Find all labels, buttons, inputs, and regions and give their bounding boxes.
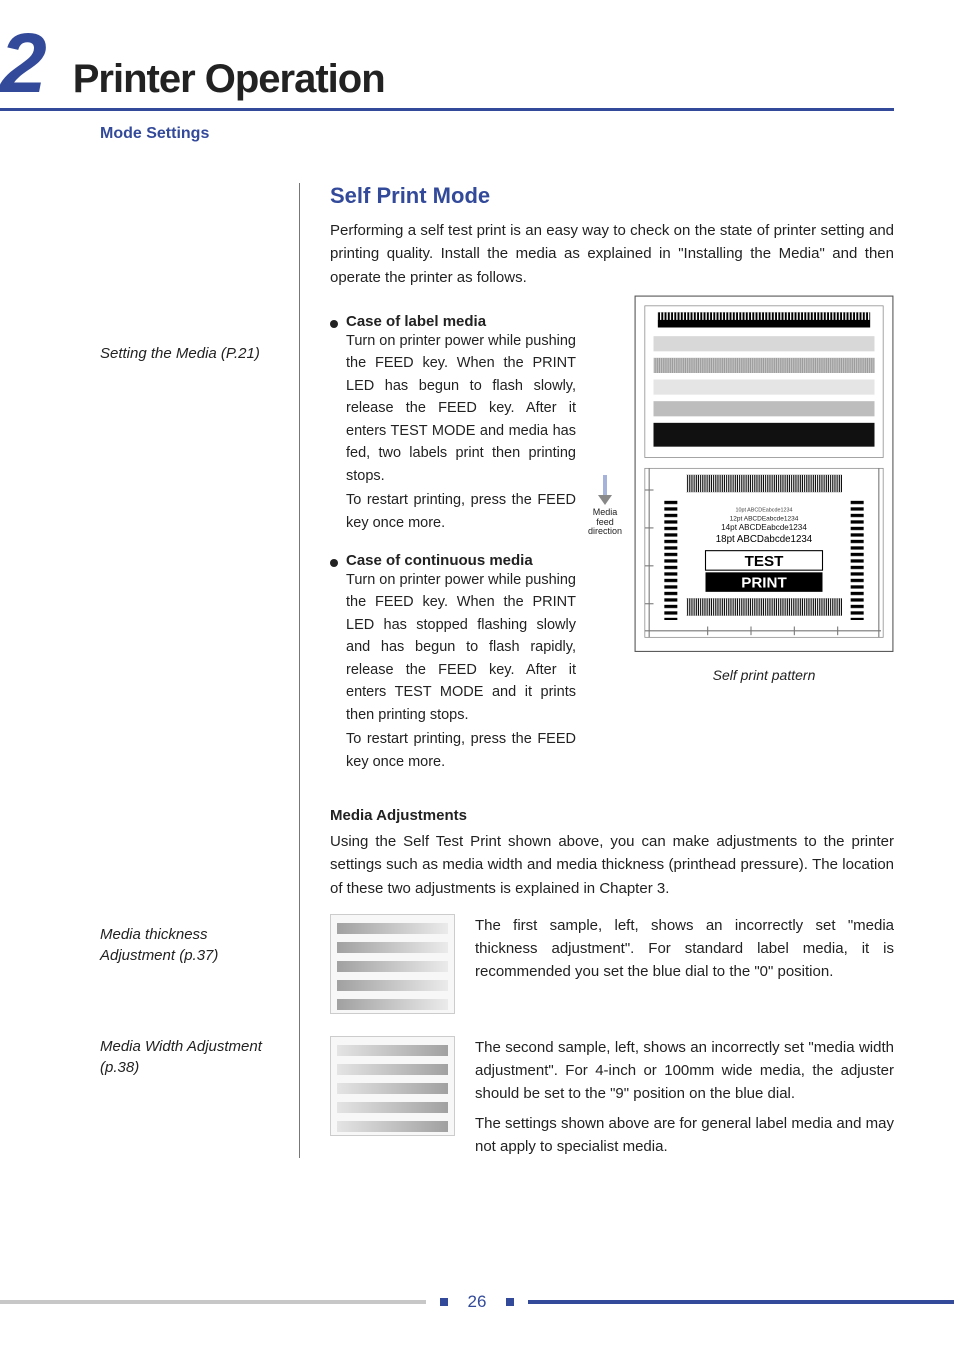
self-print-pattern-figure: 10pt ABCDEabcde1234 12pt ABCDEabcde1234 … bbox=[634, 295, 894, 658]
case-label-body2: To restart printing, press the FEED key … bbox=[330, 489, 576, 534]
bullet-icon bbox=[330, 320, 338, 328]
self-print-heading: Self Print Mode bbox=[330, 183, 894, 209]
case-label-title: Case of label media bbox=[346, 313, 486, 330]
svg-text:12pt ABCDEabcde1234: 12pt ABCDEabcde1234 bbox=[730, 515, 799, 522]
section-subhead: Mode Settings bbox=[100, 125, 894, 143]
chapter-number: 2 bbox=[0, 30, 43, 97]
bullet-case-continuous: Case of continuous media bbox=[330, 552, 576, 569]
closing-note: The settings shown above are for general… bbox=[475, 1112, 894, 1159]
margin-note-width: Media Width Adjustment (p.38) bbox=[100, 1036, 281, 1078]
case-cont-body1: Turn on printer power while pushing the … bbox=[330, 569, 576, 726]
sample-thickness-image bbox=[330, 914, 455, 1014]
figure-caption: Self print pattern bbox=[634, 667, 894, 683]
svg-text:PRINT: PRINT bbox=[741, 574, 787, 591]
svg-text:18pt ABCDabcde1234: 18pt ABCDabcde1234 bbox=[716, 534, 813, 545]
arrow-down-icon bbox=[598, 475, 612, 505]
page-footer: 26 bbox=[0, 1292, 954, 1312]
header-rule bbox=[0, 108, 894, 111]
sample-width-text: The second sample, left, shows an incorr… bbox=[475, 1036, 894, 1106]
margin-note-setting-media: Setting the Media (P.21) bbox=[100, 343, 281, 364]
bullet-case-label: Case of label media bbox=[330, 313, 576, 330]
chapter-title: Printer Operation bbox=[73, 57, 385, 102]
footer-square-icon bbox=[506, 1298, 514, 1306]
media-adjustments-heading: Media Adjustments bbox=[330, 807, 894, 824]
case-cont-title: Case of continuous media bbox=[346, 552, 533, 569]
media-adjustments-intro: Using the Self Test Print shown above, y… bbox=[330, 830, 894, 900]
case-label-body1: Turn on printer power while pushing the … bbox=[330, 330, 576, 487]
chapter-header: 2 Printer Operation bbox=[0, 30, 894, 102]
svg-text:TEST: TEST bbox=[745, 553, 784, 570]
sample-width-image bbox=[330, 1036, 455, 1136]
page-number: 26 bbox=[462, 1292, 493, 1312]
footer-square-icon bbox=[440, 1298, 448, 1306]
content-column: Self Print Mode Performing a self test p… bbox=[300, 183, 894, 1158]
margin-note-thickness: Media thickness Adjustment (p.37) bbox=[100, 924, 281, 966]
svg-text:14pt ABCDEabcde1234: 14pt ABCDEabcde1234 bbox=[721, 523, 807, 532]
self-print-intro: Performing a self test print is an easy … bbox=[330, 219, 894, 289]
case-cont-body2: To restart printing, press the FEED key … bbox=[330, 728, 576, 773]
svg-text:10pt ABCDEabcde1234: 10pt ABCDEabcde1234 bbox=[735, 507, 792, 513]
bullet-icon bbox=[330, 559, 338, 567]
sample-thickness-text: The first sample, left, shows an incorre… bbox=[475, 914, 894, 1014]
media-feed-label: Media feed direction bbox=[588, 475, 622, 538]
margin-column: Setting the Media (P.21) Media thickness… bbox=[0, 183, 300, 1158]
